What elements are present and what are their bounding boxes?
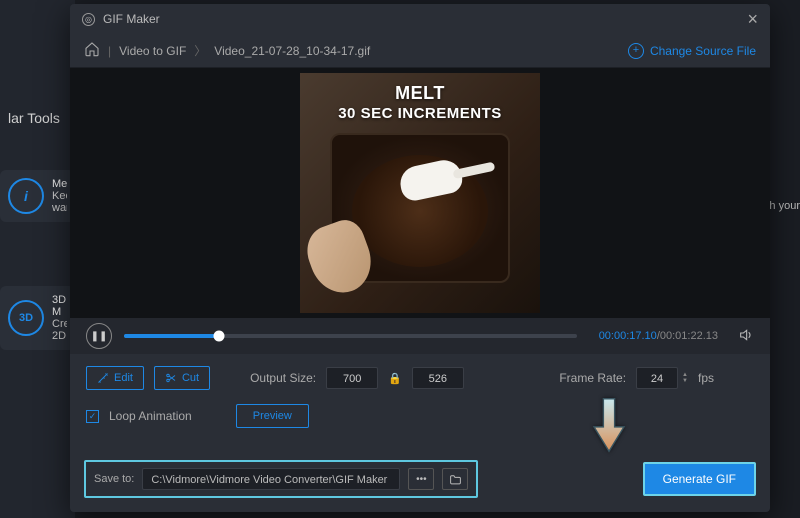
edit-label: Edit: [114, 372, 133, 384]
crumb-sep: |: [108, 44, 111, 58]
cut-button[interactable]: Cut: [154, 366, 210, 390]
change-source-label: Change Source File: [650, 44, 756, 58]
output-height-field[interactable]: 526: [412, 367, 464, 389]
close-icon[interactable]: ×: [747, 9, 758, 30]
video-overlay-text: MELT 30 SEC INCREMENTS: [300, 83, 540, 123]
scissors-icon: [165, 372, 177, 384]
wand-icon: [97, 372, 109, 384]
lock-icon[interactable]: 🔒: [388, 372, 402, 385]
output-width-field[interactable]: 700: [326, 367, 378, 389]
volume-icon[interactable]: [738, 327, 754, 346]
chevron-right-icon: 〉: [194, 42, 206, 59]
crumb-file: Video_21-07-28_10-34-17.gif: [214, 44, 370, 58]
fps-field[interactable]: 24: [636, 367, 678, 389]
time-display: 00:00:17.10/00:01:22.13: [599, 330, 718, 342]
bg-card-media: i Med Keep want: [0, 170, 75, 222]
output-size-label: Output Size:: [250, 371, 316, 385]
more-button[interactable]: •••: [408, 468, 434, 490]
titlebar: ◎ GIF Maker ×: [70, 4, 770, 34]
fps-spinner[interactable]: ▲▼: [682, 372, 688, 384]
edit-button[interactable]: Edit: [86, 366, 144, 390]
home-icon[interactable]: [84, 41, 100, 60]
preview-area: MELT 30 SEC INCREMENTS: [70, 68, 770, 318]
video-frame[interactable]: MELT 30 SEC INCREMENTS: [300, 73, 540, 313]
generate-gif-button[interactable]: Generate GIF: [643, 462, 756, 496]
crumb-root[interactable]: Video to GIF: [119, 44, 186, 58]
footer: Save to: C:\Vidmore\Vidmore Video Conver…: [70, 450, 770, 512]
plus-circle-icon: +: [628, 43, 644, 59]
frame-rate-label: Frame Rate:: [559, 371, 626, 385]
fps-unit: fps: [698, 371, 714, 385]
sidebar-heading: lar Tools: [0, 100, 68, 136]
app-icon: ◎: [82, 13, 95, 26]
breadcrumb: | Video to GIF 〉 Video_21-07-28_10-34-17…: [70, 34, 770, 68]
save-to-label: Save to:: [94, 473, 134, 485]
seek-slider[interactable]: [124, 334, 577, 338]
bg-card-3d: 3D 3D M Crea 2D: [0, 286, 75, 350]
transport-bar: ❚❚ 00:00:17.10/00:01:22.13: [70, 318, 770, 354]
loop-checkbox[interactable]: ✓: [86, 410, 99, 423]
save-to-group: Save to: C:\Vidmore\Vidmore Video Conver…: [84, 460, 478, 498]
loop-label: Loop Animation: [109, 409, 192, 423]
pause-button[interactable]: ❚❚: [86, 323, 112, 349]
preview-button[interactable]: Preview: [236, 404, 309, 428]
change-source-button[interactable]: + Change Source File: [628, 43, 756, 59]
gif-maker-dialog: ◎ GIF Maker × | Video to GIF 〉 Video_21-…: [70, 4, 770, 512]
cut-label: Cut: [182, 372, 199, 384]
open-folder-button[interactable]: [442, 468, 468, 490]
app-title: GIF Maker: [103, 12, 160, 26]
preview-label: Preview: [253, 410, 292, 422]
save-path-field[interactable]: C:\Vidmore\Vidmore Video Converter\GIF M…: [142, 468, 400, 490]
